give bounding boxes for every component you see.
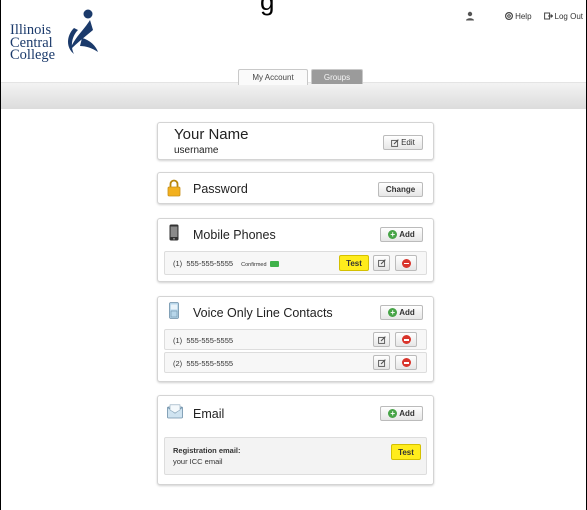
page-heading-fragment: g [260,0,275,16]
voice-phone-icon [169,302,179,319]
confirmed-status: Confirmed [241,262,267,268]
help-link[interactable]: Help [505,11,532,21]
test-mobile-button[interactable]: Test [339,255,369,271]
edit-icon [377,358,386,367]
registration-email-value: your ICC email [173,457,223,466]
edit-profile-button[interactable]: Edit [383,135,423,150]
tab-my-account[interactable]: My Account [238,69,308,85]
voice-line-row: (1) 555-555-5555 [164,329,427,350]
add-label: Add [399,308,415,317]
delete-mobile-button[interactable] [395,255,417,271]
add-label: Add [399,409,415,418]
help-icon [505,12,514,20]
add-icon: + [388,308,398,317]
college-logo[interactable]: Illinois Central College [10,8,105,62]
email-label: Email [193,407,225,421]
edit-mobile-button[interactable] [373,255,390,271]
delete-icon [401,358,411,367]
add-email-button[interactable]: + Add [380,406,423,421]
password-label: Password [193,182,248,196]
tab-groups[interactable]: Groups [311,69,363,84]
change-password-button[interactable]: Change [378,182,423,197]
entry-index: (1) [173,336,183,345]
edit-voice-button[interactable] [373,332,390,347]
logo-line-3: College [10,47,56,63]
voice-line-row: (2) 555-555-5555 [164,352,427,373]
edit-label: Edit [401,138,415,147]
delete-icon [401,258,411,268]
tab-bar: My Account Groups [238,69,363,85]
mobile-phones-card: Mobile Phones + Add (1) 555-555-5555 Con… [157,218,434,282]
logo-wordmark: Illinois Central College [10,23,56,63]
edit-icon [377,259,386,267]
registration-email-label: Registration email: [173,446,241,455]
logout-link[interactable]: Log Out [543,11,583,21]
email-envelope-icon [167,404,183,419]
confirmed-check-icon [269,261,279,268]
edit-voice-button[interactable] [373,355,390,370]
top-utility-bar: Help Log Out [465,11,583,21]
user-icon[interactable] [465,11,475,21]
voice-line-label: Voice Only Line Contacts [193,306,333,320]
add-mobile-button[interactable]: + Add [380,227,423,242]
nav-band [1,82,586,109]
mobile-phone-icon [169,224,179,241]
phone-number: 555-555-5555 [186,259,234,268]
delete-voice-button[interactable] [395,332,417,347]
voice-entry-text: (2) 555-555-5555 [173,359,233,368]
delete-voice-button[interactable] [395,355,417,370]
add-label: Add [399,230,415,239]
entry-index: (2) [173,359,183,368]
entry-index: (1) [173,259,183,268]
add-voice-button[interactable]: + Add [380,305,423,320]
help-label: Help [515,11,532,21]
email-card: Email + Add Registration email: your ICC… [157,395,434,485]
add-icon: + [388,230,398,239]
voice-entry-text: (1) 555-555-5555 [173,336,233,345]
phone-number: 555-555-5555 [186,359,234,368]
delete-icon [401,335,411,344]
mobile-phones-label: Mobile Phones [193,228,276,242]
mobile-entry-text: (1) 555-555-5555 Confirmed [173,259,279,268]
mobile-phone-row: (1) 555-555-5555 Confirmed Test [164,251,427,275]
email-row: Registration email: your ICC email Test [164,437,427,475]
logout-label: Log Out [554,11,583,21]
edit-icon [391,138,399,147]
logo-swoosh-icon [68,9,98,54]
edit-icon [377,335,386,344]
lock-icon [167,179,181,197]
voice-line-card: Voice Only Line Contacts + Add (1) 555-5… [157,296,434,382]
profile-name: Your Name [174,126,249,143]
logout-icon [543,12,553,20]
phone-number: 555-555-5555 [186,336,234,345]
profile-username: username [174,145,219,156]
profile-card: Your Name username Edit [157,122,434,160]
test-email-button[interactable]: Test [391,444,421,460]
add-icon: + [388,409,398,418]
password-card: Password Change [157,172,434,204]
